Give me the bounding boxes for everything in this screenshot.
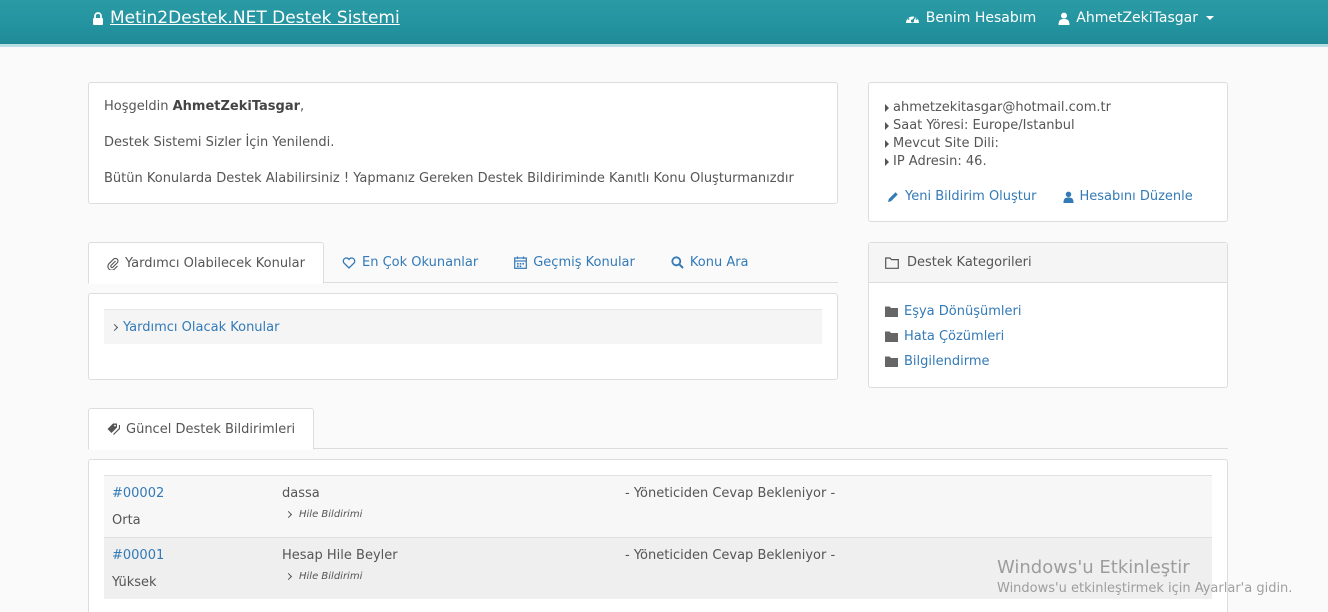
ticket-priority: Yüksek [112,575,157,590]
welcome-line-2: Destek Sistemi Sizler İçin Yenilendi. [104,135,335,150]
lock-icon [92,11,104,25]
windows-activation-watermark: Windows'u Etkinleştir Windows'u etkinleş… [997,557,1292,596]
ticket-row[interactable]: #00002 Orta dassa Hile Bildirimi - Yönet… [104,475,1212,537]
new-ticket-link[interactable]: Yeni Bildirim Oluştur [887,189,1037,204]
ticket-status: - Yöneticiden Cevap Bekleniyor - [625,486,836,501]
caret-right-icon [885,122,889,130]
watermark-title: Windows'u Etkinleştir [997,557,1190,578]
ticket-subject: Hesap Hile Beyler [282,548,398,563]
dashboard-icon [905,12,920,25]
info-email: ahmetzekitasgar@hotmail.com.tr [885,99,1211,117]
chevron-right-icon [110,323,119,331]
paperclip-icon [107,257,119,270]
ticket-id-link[interactable]: #00001 [112,548,164,563]
brand-link[interactable]: Metin2Destek.NET Destek Sistemi [92,8,400,28]
folder-icon [885,331,898,342]
categories-header: Destek Kategorileri [869,243,1227,283]
info-timezone: Saat Yöresi: Europe/Istanbul [885,117,1211,135]
topics-tabs: Yardımcı Olabilecek Konular En Çok Okuna… [88,242,838,284]
user-icon [1062,191,1074,203]
tab-past-topics[interactable]: Geçmiş Konular [496,242,653,283]
heart-icon [342,256,356,269]
categories-title: Destek Kategorileri [907,255,1032,270]
user-menu[interactable]: AhmetZekiTasgar [1058,10,1214,26]
top-navbar: Metin2Destek.NET Destek Sistemi Benim He… [0,0,1328,47]
folder-open-icon [885,256,899,269]
edit-account-link[interactable]: Hesabını Düzenle [1062,189,1193,204]
folder-icon [885,306,898,317]
category-item[interactable]: Hata Çözümleri [885,324,1211,349]
user-info-panel: ahmetzekitasgar@hotmail.com.tr Saat Yöre… [868,82,1228,222]
tab-most-read[interactable]: En Çok Okunanlar [324,242,496,283]
watermark-subtitle: Windows'u etkinleştirmek için Ayarlar'a … [997,581,1293,596]
helpful-topics-accordion[interactable]: Yardımcı Olacak Konular [104,309,822,344]
account-link[interactable]: Benim Hesabım [905,10,1037,26]
user-label: AhmetZekiTasgar [1076,10,1198,26]
caret-down-icon [1206,16,1214,20]
category-item[interactable]: Eşya Dönüşümleri [885,299,1211,324]
caret-right-icon [885,140,889,148]
ticket-category: Hile Bildirimi [284,509,362,520]
calendar-icon [514,256,528,269]
folder-icon [885,356,898,367]
tags-icon [107,423,120,435]
info-ip: IP Adresin: 46. [885,153,1211,171]
brand-text: Metin2Destek.NET Destek Sistemi [110,8,400,28]
tab-current-tickets[interactable]: Güncel Destek Bildirimleri [88,408,315,450]
chevron-right-icon [284,572,293,581]
welcome-line-3: Bütün Konularda Destek Alabilirsiniz ! Y… [104,171,794,186]
tickets-tabs: Güncel Destek Bildirimleri [88,408,1228,450]
welcome-greeting: Hoşgeldin AhmetZekiTasgar, [104,99,305,114]
tab-content-panel: Yardımcı Olacak Konular [88,293,838,380]
caret-right-icon [885,104,889,112]
user-icon [1058,12,1070,25]
search-icon [671,256,684,269]
welcome-username: AhmetZekiTasgar [172,99,301,114]
caret-right-icon [885,158,889,166]
ticket-priority: Orta [112,513,141,528]
categories-panel: Destek Kategorileri Eşya Dönüşümleri Hat… [868,242,1228,388]
ticket-status: - Yöneticiden Cevap Bekleniyor - [625,548,836,563]
info-language: Mevcut Site Dili: [885,135,1211,153]
account-label: Benim Hesabım [925,10,1037,26]
welcome-panel: Hoşgeldin AhmetZekiTasgar, Destek Sistem… [88,82,838,204]
pencil-icon [887,191,899,203]
category-item[interactable]: Bilgilendirme [885,349,1211,374]
tab-helpful-topics[interactable]: Yardımcı Olabilecek Konular [88,242,324,284]
chevron-right-icon [284,510,293,519]
tab-search-topics[interactable]: Konu Ara [653,242,767,283]
ticket-id-link[interactable]: #00002 [112,486,164,501]
ticket-category: Hile Bildirimi [284,571,362,582]
ticket-subject: dassa [282,486,320,501]
